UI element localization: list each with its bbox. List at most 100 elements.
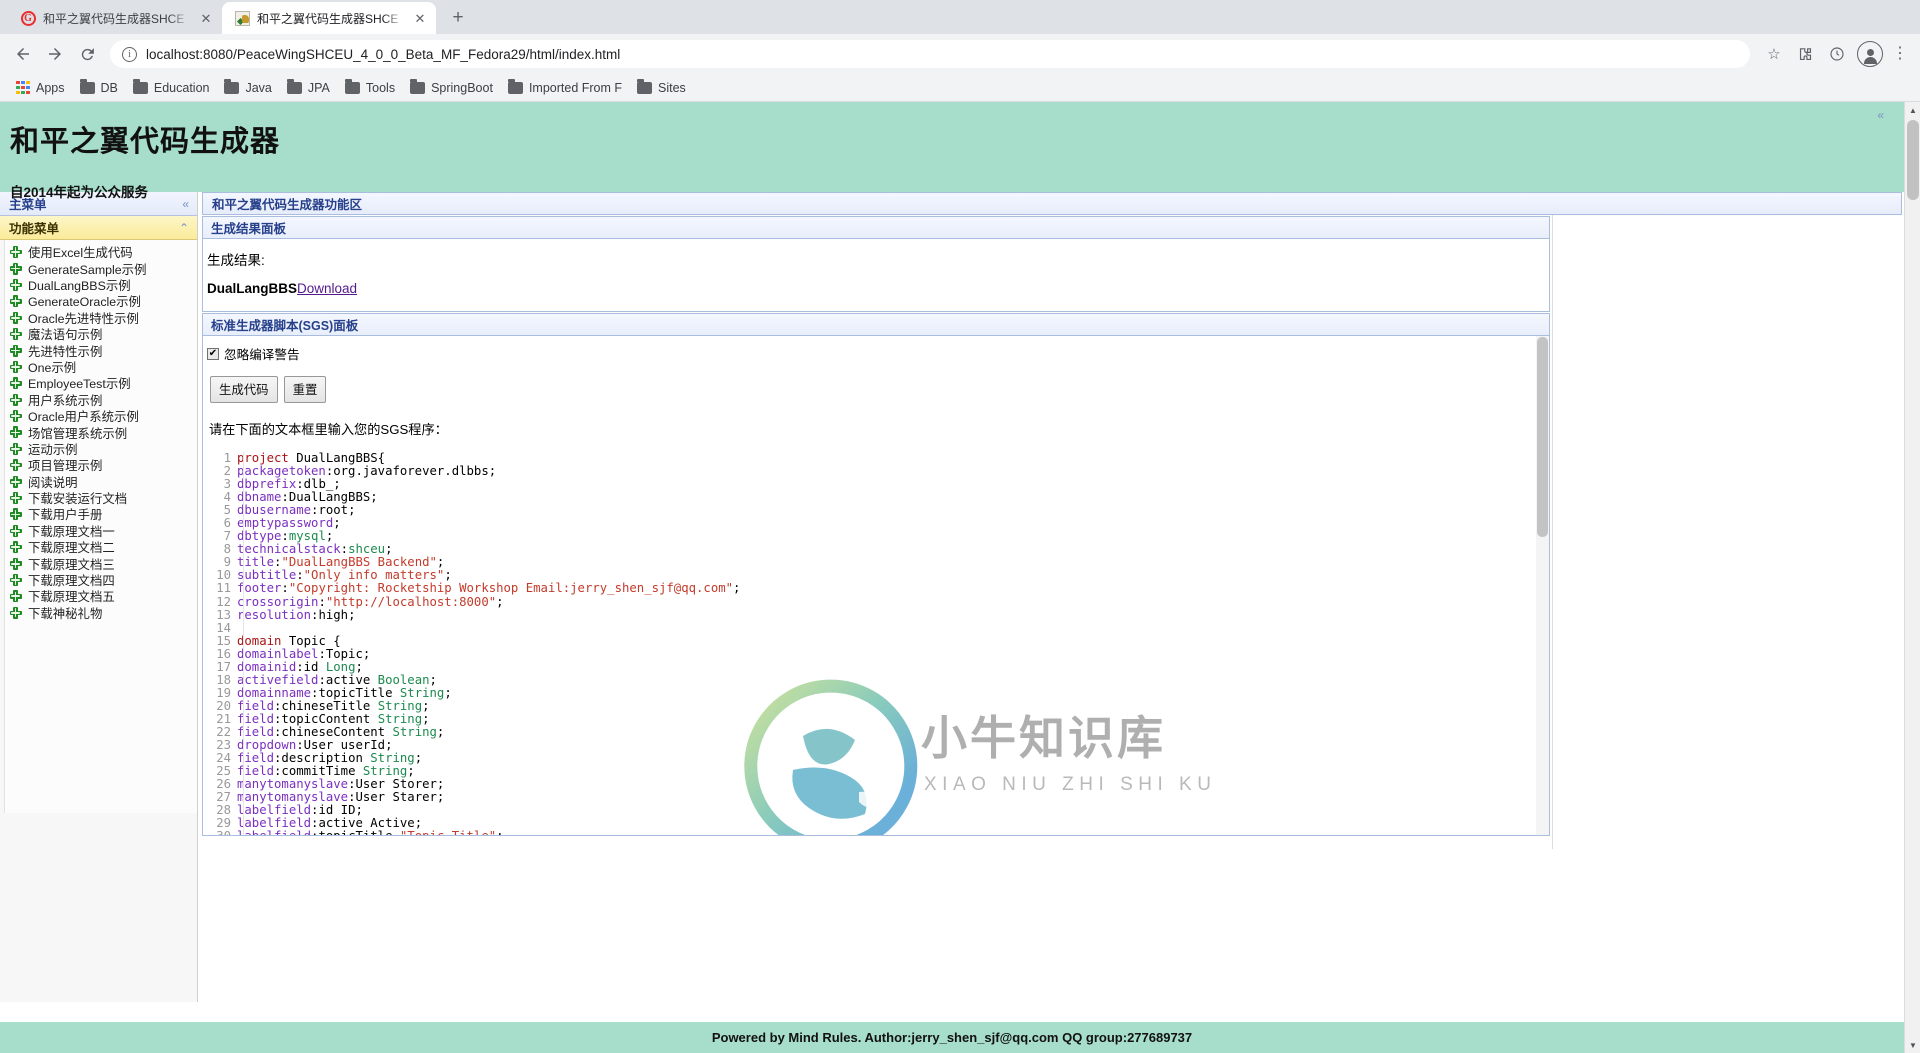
avatar[interactable] <box>1857 41 1883 67</box>
sidebar-item-18[interactable]: 下载原理文档二 <box>5 539 197 555</box>
extension-icon[interactable] <box>1790 39 1820 69</box>
sidebar-item-6[interactable]: 先进特性示例 <box>5 342 197 359</box>
bookmark-sites[interactable]: Sites <box>631 78 695 98</box>
sidebar-item-4[interactable]: Oracle先进特性示例 <box>5 310 197 326</box>
sidebar-item-16[interactable]: 下载用户手册 <box>5 506 197 522</box>
code-content[interactable]: project DualLangBBS{packagetoken:org.jav… <box>237 451 1549 835</box>
download-link[interactable]: Download <box>297 281 357 296</box>
bookmark-springboot[interactable]: SpringBoot <box>404 78 502 98</box>
sidebar-item-label: 下载用户手册 <box>28 508 103 523</box>
close-icon[interactable]: ✕ <box>198 10 214 26</box>
sgs-code-editor[interactable]: 1 2 3 4 5 6 7 8 9 10 11 12 13 14 15 16 17 18 19 20 21 22 23 24 2… <box>207 451 1549 835</box>
folder-icon <box>286 79 302 94</box>
bookmark-label: Apps <box>36 80 65 95</box>
forward-icon[interactable] <box>40 39 70 69</box>
sidebar-item-2[interactable]: DualLangBBS示例 <box>5 277 197 293</box>
result-label: 生成结果: <box>207 253 265 268</box>
code-token: packagetoken <box>237 464 326 479</box>
apps-grid-icon <box>16 80 30 95</box>
site-info-icon[interactable]: i <box>122 46 137 62</box>
ignore-warnings-checkbox[interactable]: ✔ <box>207 347 219 360</box>
scroll-down-icon[interactable]: ▼ <box>1905 1037 1920 1053</box>
code-token: :id ID; <box>311 803 363 818</box>
code-token: :User userId; <box>296 738 393 753</box>
code-token: ; <box>436 724 445 739</box>
code-token: String <box>362 764 408 779</box>
bookmark-star-icon[interactable]: ☆ <box>1760 45 1788 63</box>
code-token: : <box>340 542 349 557</box>
sidebar-item-1[interactable]: GenerateSample示例 <box>5 260 197 277</box>
sgs-button-row: 生成代码 重置 <box>210 376 1549 403</box>
code-scrollbar-thumb[interactable] <box>1537 337 1548 537</box>
bookmark-db[interactable]: DB <box>74 78 127 98</box>
code-token: "Only info matters" <box>303 568 445 583</box>
sidebar-item-0[interactable]: 使用Excel生成代码 <box>5 244 197 260</box>
sidebar-item-21[interactable]: 下载原理文档五 <box>5 588 197 604</box>
ignore-warnings-row[interactable]: ✔ 忽略编译警告 <box>207 344 1549 363</box>
reset-button[interactable]: 重置 <box>283 376 327 403</box>
sidebar-item-12[interactable]: 运动示例 <box>5 441 197 457</box>
close-icon[interactable]: ✕ <box>412 10 428 26</box>
plus-icon <box>9 442 22 455</box>
sidebar-item-3[interactable]: GenerateOracle示例 <box>5 293 197 309</box>
code-line: dbtype:mysql; <box>237 530 1549 543</box>
code-token: ; <box>429 672 437 687</box>
code-token: :User Storer; <box>348 777 445 792</box>
code-token: ; <box>733 581 741 596</box>
code-token: domainid <box>237 659 297 674</box>
sidebar-item-14[interactable]: 阅读说明 <box>5 473 197 490</box>
bookmark-imported-from[interactable]: Imported From F <box>502 78 631 98</box>
bookmark-education[interactable]: Education <box>127 78 219 98</box>
result-panel: 生成结果面板 生成结果: DualLangBBSDownload <box>202 216 1550 312</box>
sidebar-item-label: GenerateOracle示例 <box>28 295 141 310</box>
back-icon[interactable] <box>8 39 38 69</box>
code-token: ; <box>385 542 393 557</box>
bookmark-jpa[interactable]: JPA <box>281 78 339 98</box>
plus-icon <box>9 262 22 275</box>
sidebar-item-label: 项目管理示例 <box>28 459 103 474</box>
code-token: :chineseTitle <box>274 698 378 713</box>
bookmark-apps[interactable]: Apps <box>10 78 74 98</box>
code-token: ; <box>414 751 423 766</box>
sidebar-item-17[interactable]: 下载原理文档一 <box>5 523 197 539</box>
bookmark-tools[interactable]: Tools <box>339 78 404 98</box>
code-scrollbar[interactable] <box>1536 336 1549 835</box>
sidebar-item-label: 先进特性示例 <box>28 344 103 359</box>
page-scrollbar[interactable]: ▲ ▼ <box>1904 102 1920 1053</box>
sidebar-item-11[interactable]: 场馆管理系统示例 <box>5 424 197 441</box>
new-tab-button[interactable]: + <box>444 3 472 31</box>
chevron-up-icon[interactable]: ⌃ <box>179 221 189 235</box>
sidebar-item-13[interactable]: 项目管理示例 <box>5 457 197 473</box>
plus-icon <box>9 508 22 521</box>
browser-tab-1[interactable]: G 和平之翼代码生成器SHCE ✕ <box>8 2 222 34</box>
bookmark-java[interactable]: Java <box>218 78 280 98</box>
browser-menu-icon[interactable]: ⋮ <box>1888 46 1912 62</box>
scroll-up-icon[interactable]: ▲ <box>1905 102 1920 118</box>
plus-icon <box>9 541 22 554</box>
puzzle-icon[interactable] <box>1822 39 1852 69</box>
generate-code-button[interactable]: 生成代码 <box>210 376 278 403</box>
code-line: labelfield:id ID; <box>237 804 1549 817</box>
sidebar-item-20[interactable]: 下载原理文档四 <box>5 572 197 588</box>
folder-icon <box>132 79 148 94</box>
sidebar-item-10[interactable]: Oracle用户系统示例 <box>5 408 197 424</box>
reload-icon[interactable] <box>72 39 102 69</box>
main-content: 和平之翼代码生成器功能区 生成结果面板 生成结果: DualLangBBSDow… <box>198 192 1904 849</box>
collapse-right-icon[interactable]: « <box>1877 108 1884 122</box>
browser-tab-2[interactable]: 和平之翼代码生成器SHCE ✕ <box>222 2 436 34</box>
sidebar-item-19[interactable]: 下载原理文档三 <box>5 555 197 572</box>
sidebar-item-22[interactable]: 下载神秘礼物 <box>5 605 197 621</box>
address-bar[interactable]: i localhost:8080/PeaceWingSHCEU_4_0_0_Be… <box>110 40 1750 68</box>
sidebar-item-5[interactable]: 魔法语句示例 <box>5 326 197 342</box>
code-token: :high; <box>311 607 356 622</box>
sidebar-function-menu-header[interactable]: 功能菜单 ⌃ <box>0 216 197 240</box>
sidebar-item-8[interactable]: EmployeeTest示例 <box>5 375 197 391</box>
sidebar-item-9[interactable]: 用户系统示例 <box>5 392 197 408</box>
result-file-name: DualLangBBS <box>207 281 298 296</box>
code-line: dbprefix:dlb_; <box>237 478 1549 491</box>
code-line: emptypassword; <box>237 517 1549 530</box>
sidebar-item-15[interactable]: 下载安装运行文档 <box>5 490 197 506</box>
sidebar-item-7[interactable]: One示例 <box>5 359 197 375</box>
page-scrollbar-thumb[interactable] <box>1907 120 1919 200</box>
code-gutter-divider <box>243 452 244 835</box>
